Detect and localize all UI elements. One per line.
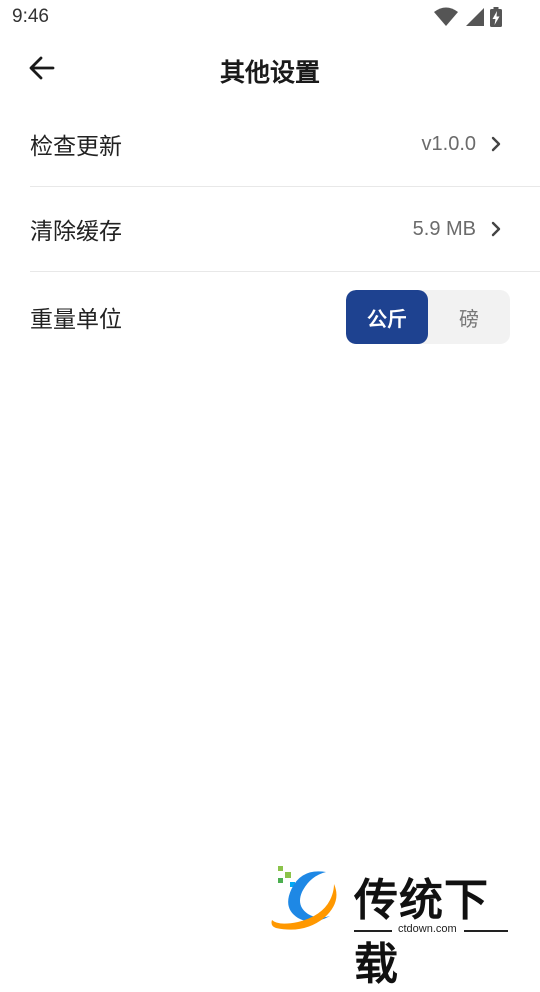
settings-list: 检查更新 v1.0.0 清除缓存 5.9 MB 重量单位 公斤 磅 (30, 102, 540, 362)
setting-label-check-update: 检查更新 (30, 134, 122, 160)
page-title: 其他设置 (219, 58, 320, 87)
setting-row-clear-cache[interactable]: 清除缓存 5.9 MB (30, 187, 540, 272)
setting-label-weight-unit: 重量单位 (30, 307, 122, 333)
watermark-line-left (354, 930, 392, 932)
chevron-right-icon (490, 221, 502, 237)
status-icons (434, 7, 502, 31)
setting-right-check-update: v1.0.0 (422, 102, 502, 186)
weight-unit-segmented-control: 公斤 磅 (346, 290, 510, 344)
watermark-subtext: ctdown.com (398, 923, 457, 935)
watermark-line-right (464, 930, 508, 932)
status-bar: 9:46 (0, 0, 540, 36)
wifi-icon (434, 7, 458, 31)
chevron-right-icon (490, 136, 502, 152)
watermark-logo-icon (268, 862, 348, 934)
signal-icon (464, 7, 484, 31)
setting-row-weight-unit: 重量单位 公斤 磅 (30, 272, 540, 362)
setting-right-clear-cache: 5.9 MB (413, 187, 502, 271)
status-time: 9:46 (12, 6, 49, 27)
battery-charging-icon (490, 7, 502, 31)
cache-size-value: 5.9 MB (412, 217, 476, 240)
watermark: 传统下载 ctdown.com (268, 862, 518, 990)
app-bar: 其他设置 (0, 36, 540, 104)
weight-unit-option-kg[interactable]: 公斤 (346, 290, 428, 344)
setting-row-check-update[interactable]: 检查更新 v1.0.0 (30, 102, 540, 187)
version-value: v1.0.0 (421, 132, 476, 155)
weight-unit-option-lb[interactable]: 磅 (428, 290, 510, 344)
setting-label-clear-cache: 清除缓存 (30, 219, 122, 245)
